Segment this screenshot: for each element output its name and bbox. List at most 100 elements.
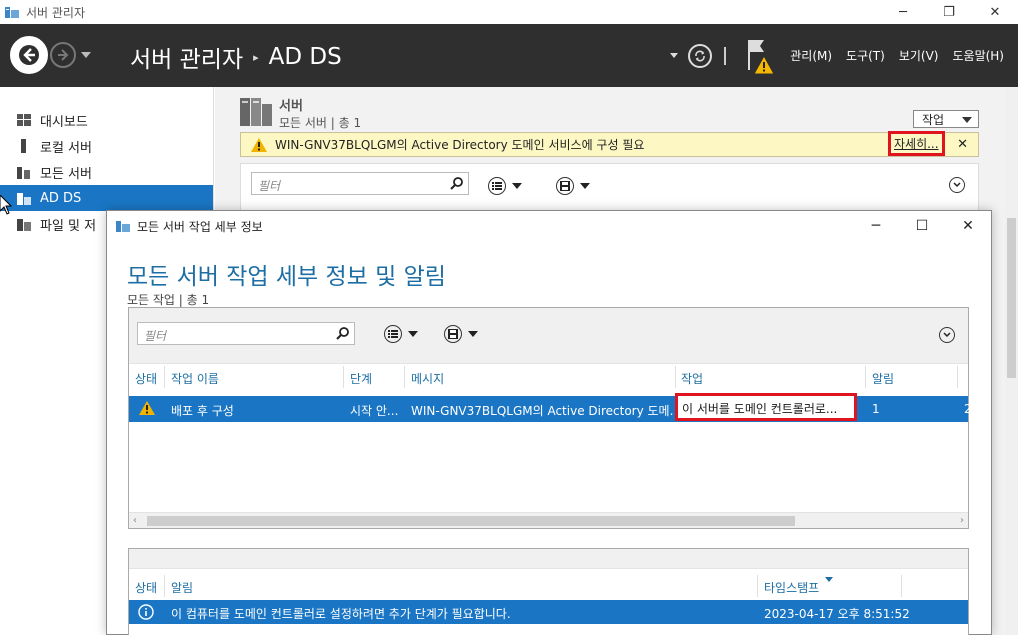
window-title: 서버 관리자 (26, 5, 86, 20)
app-header: 서버 관리자 ▸ AD DS 관리(M) 도구(T) 보기(V) 도움말(H) (0, 24, 1018, 87)
notification-message-cell: 이 컴퓨터를 도메인 컨트롤러로 설정하려면 추가 단계가 필요합니다. (171, 607, 511, 621)
column-status[interactable]: 상태 (129, 579, 165, 599)
column-divider (901, 575, 902, 597)
servers-filter-panel: 필터 (240, 163, 979, 211)
table-row[interactable]: 배포 후 구성 시작 안... WIN-GNV37BLQLGM의 Active … (129, 393, 972, 422)
notifications-table-header: 상태 알림 타임스탬프 (129, 573, 968, 599)
column-action[interactable]: 작업 (675, 370, 865, 390)
chevron-down-icon (962, 117, 972, 123)
task-extra-cell: 2 (964, 402, 972, 416)
scroll-left-icon[interactable]: ‹ (133, 515, 137, 526)
scrollbar-thumb[interactable] (147, 516, 795, 526)
column-timestamp[interactable]: 타임스탬프 (758, 579, 898, 599)
server-manager-app-icon (5, 7, 19, 18)
expand-panel-button[interactable] (939, 327, 955, 343)
sidebar-item-label: 로컬 서버 (40, 140, 92, 156)
save-query-options[interactable] (444, 325, 478, 343)
server-manager-app-icon (116, 221, 130, 232)
section-subtitle: 모든 서버 | 총 1 (279, 116, 362, 130)
tasks-filter-input[interactable]: 필터 (137, 322, 355, 345)
section-title: 서버 (279, 99, 303, 114)
chevron-down-icon (943, 332, 951, 338)
dialog-heading: 모든 서버 작업 세부 정보 및 알림 (127, 264, 446, 290)
forward-button[interactable] (50, 42, 76, 68)
sidebar-item-local-server[interactable]: 로컬 서버 (0, 133, 213, 159)
servers-section-icon (240, 98, 272, 126)
breadcrumb-current: AD DS (268, 44, 342, 70)
refresh-dropdown-icon[interactable] (670, 53, 679, 58)
list-icon (488, 177, 506, 195)
menu-tools[interactable]: 도구(T) (846, 47, 885, 64)
breadcrumb-root[interactable]: 서버 관리자 (130, 40, 243, 74)
sidebar-item-label: 모든 서버 (40, 166, 92, 182)
minimize-button[interactable]: ─ (880, 0, 926, 24)
refresh-button[interactable] (688, 43, 713, 68)
tasks-label: 작업 (922, 112, 945, 127)
filter-placeholder: 필터 (258, 179, 281, 193)
menu-manage[interactable]: 관리(M) (790, 47, 832, 64)
filter-placeholder: 필터 (144, 329, 167, 343)
expand-panel-button[interactable] (949, 177, 965, 193)
list-view-options[interactable] (384, 325, 418, 343)
tasks-dropdown-button[interactable]: 작업 (913, 110, 979, 128)
tasks-table-header: 상태 작업 이름 단계 메시지 작업 알림 (129, 364, 968, 390)
restore-button[interactable]: ❐ (926, 0, 972, 24)
more-details-link[interactable]: 자세히... (888, 131, 945, 156)
scroll-right-icon[interactable]: › (960, 515, 964, 526)
dialog-minimize-button[interactable]: ─ (853, 211, 899, 241)
info-icon (138, 604, 154, 620)
column-task-name[interactable]: 작업 이름 (165, 370, 343, 390)
sidebar-item-label: AD DS (40, 190, 82, 206)
chevron-down-icon (408, 331, 418, 337)
task-message-cell: WIN-GNV37BLQLGM의 Active Directory 도메... (411, 404, 673, 418)
search-icon[interactable] (450, 176, 464, 190)
close-button[interactable]: ✕ (972, 0, 1018, 24)
main-vertical-scrollbar[interactable] (1005, 88, 1018, 635)
column-stage[interactable]: 단계 (344, 370, 404, 390)
chevron-down-icon (953, 182, 961, 188)
notifications-toolbar (129, 549, 968, 569)
save-icon (556, 177, 574, 195)
sidebar-item-label: 대시보드 (40, 114, 88, 130)
search-icon[interactable] (336, 326, 350, 340)
scrollbar-thumb[interactable] (1007, 218, 1016, 378)
warning-icon (251, 137, 267, 152)
save-query-options[interactable] (556, 177, 590, 195)
dashboard-icon (16, 112, 32, 128)
tasks-filter-bar: 필터 (129, 308, 968, 364)
back-button[interactable] (10, 36, 48, 74)
sidebar-item-ad-ds[interactable]: AD DS (0, 185, 213, 211)
column-notifications[interactable]: 알림 (866, 370, 956, 390)
config-required-banner: WIN-GNV37BLQLGM의 Active Directory 도메인 서비… (240, 131, 979, 157)
column-divider (957, 366, 958, 388)
sidebar-item-dashboard[interactable]: 대시보드 (0, 107, 213, 133)
list-icon (384, 325, 402, 343)
breadcrumb: 서버 관리자 ▸ AD DS (130, 40, 342, 74)
list-view-options[interactable] (488, 177, 522, 195)
close-banner-icon[interactable]: ✕ (957, 137, 968, 152)
notification-flag-icon (748, 39, 776, 74)
window-titlebar: 서버 관리자 ─ ❐ ✕ (0, 0, 1018, 24)
notification-timestamp-cell: 2023-04-17 오후 8:51:52 (764, 607, 910, 621)
dialog-titlebar: 모든 서버 작업 세부 정보 ─ ☐ ✕ (107, 211, 991, 241)
column-message[interactable]: 메시지 (405, 370, 675, 390)
sidebar-item-all-servers[interactable]: 모든 서버 (0, 159, 213, 185)
dialog-close-button[interactable]: ✕ (945, 211, 991, 241)
dialog-maximize-button[interactable]: ☐ (899, 211, 945, 241)
breadcrumb-separator-icon: ▸ (253, 50, 259, 64)
menu-help[interactable]: 도움말(H) (952, 47, 1004, 64)
table-row[interactable]: 이 컴퓨터를 도메인 컨트롤러로 설정하려면 추가 단계가 필요합니다. 202… (129, 600, 968, 624)
tasks-horizontal-scrollbar[interactable]: ‹ › (129, 512, 968, 528)
history-dropdown-icon[interactable] (81, 52, 91, 58)
warning-icon (139, 401, 155, 415)
servers-filter-input[interactable]: 필터 (251, 172, 469, 195)
file-storage-icon (16, 216, 32, 232)
local-server-icon (16, 138, 32, 154)
menu-view[interactable]: 보기(V) (899, 47, 939, 64)
mouse-cursor-icon (0, 195, 12, 215)
promote-to-dc-link[interactable]: 이 서버를 도메인 컨트롤러로... (675, 393, 857, 421)
column-status[interactable]: 상태 (129, 370, 165, 390)
column-notification[interactable]: 알림 (165, 579, 755, 599)
notifications-flag-button[interactable] (744, 36, 778, 76)
task-name-cell: 배포 후 구성 (171, 404, 234, 418)
